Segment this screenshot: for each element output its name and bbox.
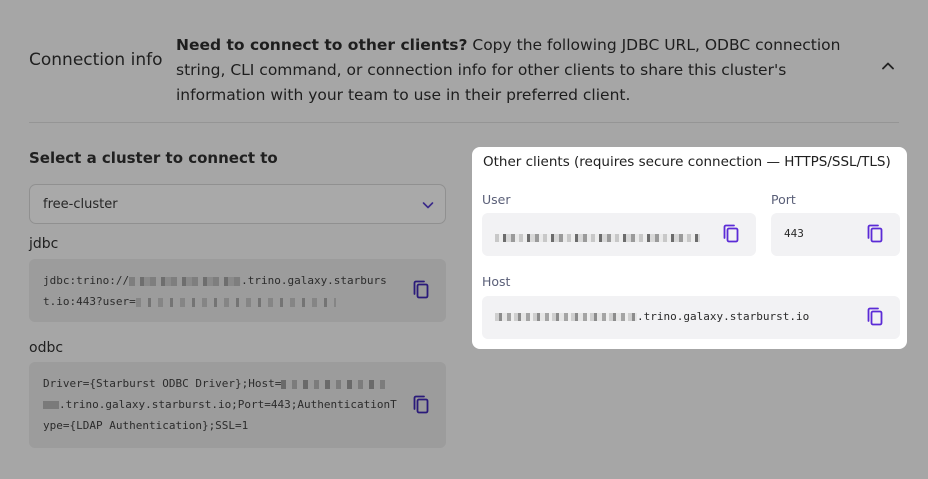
jdbc-label: jdbc [29, 236, 59, 252]
jdbc-box: jdbc:trino://.trino.galaxy.starburst.io:… [29, 259, 446, 322]
user-value [495, 231, 700, 244]
odbc-value: Driver={Starburst ODBC Driver};Host= .tr… [43, 377, 397, 432]
user-label: User [482, 192, 511, 207]
host-label: Host [482, 274, 511, 289]
cluster-select-value: free-cluster [43, 197, 118, 212]
description-bold: Need to connect to other clients? [176, 36, 468, 54]
port-value: 443 [784, 227, 804, 240]
cluster-select[interactable]: free-cluster [29, 184, 446, 224]
copy-icon[interactable] [412, 280, 430, 300]
copy-icon[interactable] [866, 307, 884, 327]
user-field [482, 213, 756, 256]
copy-icon[interactable] [412, 395, 430, 415]
section-title: Connection info [29, 50, 163, 70]
host-value: .trino.galaxy.starburst.io [495, 310, 809, 323]
host-field: .trino.galaxy.starburst.io [482, 296, 900, 339]
cluster-select-label: Select a cluster to connect to [29, 149, 278, 167]
port-label: Port [771, 192, 796, 207]
chevron-up-icon[interactable] [880, 58, 896, 74]
section-divider [29, 122, 899, 123]
odbc-box: Driver={Starburst ODBC Driver};Host= .tr… [29, 362, 446, 448]
odbc-label: odbc [29, 340, 64, 356]
other-clients-panel: Other clients (requires secure connectio… [472, 147, 907, 349]
copy-icon[interactable] [722, 224, 740, 244]
copy-icon[interactable] [866, 224, 884, 244]
chevron-down-icon [422, 202, 434, 209]
section-description: Need to connect to other clients? Copy t… [176, 33, 876, 108]
jdbc-value: jdbc:trino://.trino.galaxy.starburst.io:… [43, 274, 387, 308]
other-clients-title: Other clients (requires secure connectio… [483, 154, 891, 170]
port-field: 443 [771, 213, 900, 256]
